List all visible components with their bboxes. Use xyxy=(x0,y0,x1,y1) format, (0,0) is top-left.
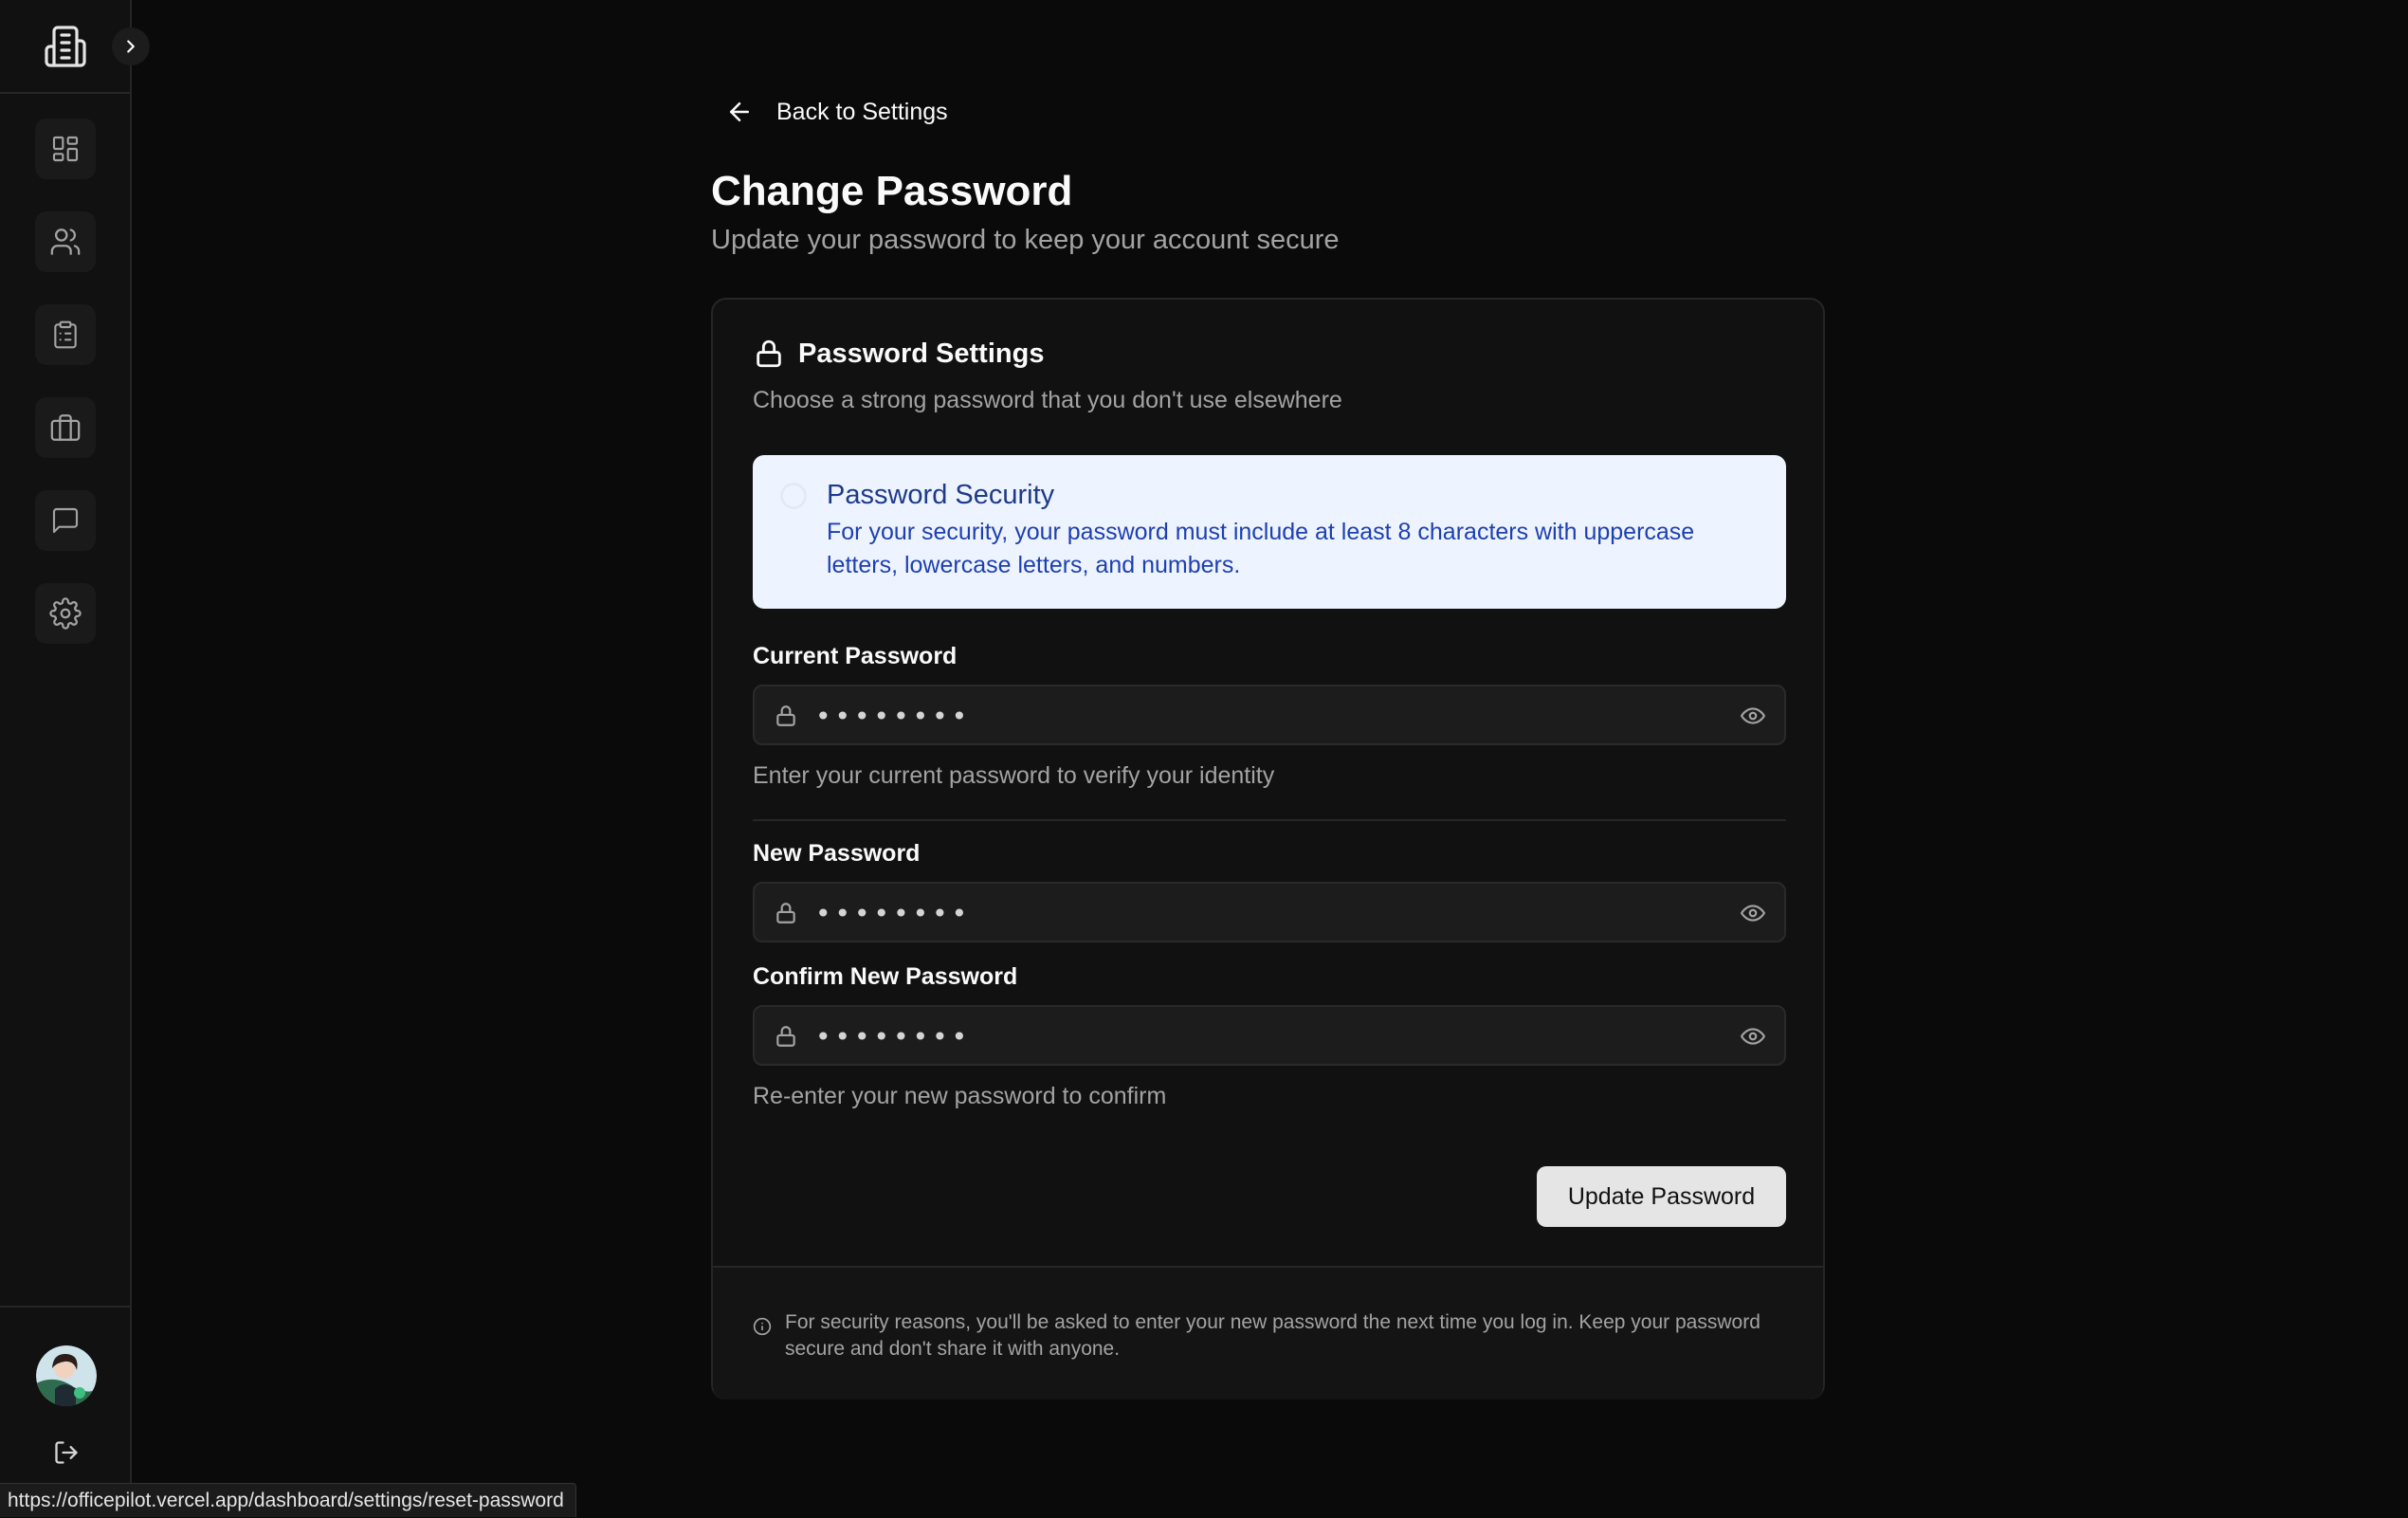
eye-icon[interactable] xyxy=(1739,704,1767,728)
page-title: Change Password xyxy=(711,168,1073,214)
info-icon xyxy=(780,483,807,509)
building-icon[interactable] xyxy=(43,24,88,69)
update-password-button[interactable]: Update Password xyxy=(1537,1166,1786,1227)
card-description: Choose a strong password that you don't … xyxy=(753,387,1342,413)
new-password-label: New Password xyxy=(753,840,921,867)
nav-dashboard-button[interactable] xyxy=(35,119,96,179)
new-password-field[interactable] xyxy=(753,882,1786,942)
page-subtitle: Update your password to keep your accoun… xyxy=(711,225,1340,255)
sidebar xyxy=(0,0,150,1516)
chevron-right-icon xyxy=(127,40,135,53)
current-password-label: Current Password xyxy=(753,643,958,669)
lock-icon xyxy=(776,1026,795,1047)
clipboard-icon xyxy=(54,320,77,349)
avatar[interactable] xyxy=(36,1345,97,1406)
logout-button[interactable] xyxy=(50,1436,82,1469)
card-footer: For security reasons, you'll be asked to… xyxy=(713,1266,1823,1399)
password-settings-card: Password Settings Choose a strong passwo… xyxy=(711,298,1825,1399)
back-to-settings-link[interactable]: Back to Settings xyxy=(725,95,948,129)
current-password-field[interactable] xyxy=(753,685,1786,745)
confirm-password-label: Confirm New Password xyxy=(753,963,1018,990)
lock-icon xyxy=(757,339,781,368)
grid-icon xyxy=(52,136,79,162)
nav-messages-button[interactable] xyxy=(35,490,96,551)
alert-title: Password Security xyxy=(827,480,1055,510)
security-note: For security reasons, you'll be asked to… xyxy=(785,1311,1760,1360)
info-icon xyxy=(753,1317,772,1336)
sidebar-header xyxy=(0,0,130,94)
expand-sidebar-button[interactable] xyxy=(112,27,150,65)
logout-icon xyxy=(55,1441,78,1464)
confirm-password-helper: Re-enter your new password to confirm xyxy=(753,1083,1167,1109)
divider xyxy=(753,819,1786,821)
new-password-input[interactable] xyxy=(813,891,1670,935)
status-bar-url: https://officepilot.vercel.app/dashboard… xyxy=(0,1483,576,1517)
message-icon xyxy=(52,507,79,534)
briefcase-icon xyxy=(50,414,81,441)
nav-tasks-button[interactable] xyxy=(35,304,96,365)
alert-body: For your security, your password must in… xyxy=(827,519,1695,578)
nav-people-button[interactable] xyxy=(35,211,96,272)
confirm-password-input[interactable] xyxy=(813,1015,1670,1058)
nav-projects-button[interactable] xyxy=(35,397,96,458)
lock-icon xyxy=(776,705,795,726)
password-security-alert: Password Security For your security, you… xyxy=(753,455,1786,609)
confirm-password-field[interactable] xyxy=(753,1005,1786,1066)
card-header: Password Settings xyxy=(753,338,1044,370)
users-icon xyxy=(50,229,81,255)
current-password-input[interactable] xyxy=(813,694,1670,738)
arrow-left-icon xyxy=(730,102,749,121)
current-password-helper: Enter your current password to verify yo… xyxy=(753,762,1275,789)
eye-icon[interactable] xyxy=(1739,1024,1767,1049)
gear-icon xyxy=(49,597,82,630)
eye-icon[interactable] xyxy=(1739,901,1767,925)
back-link-label: Back to Settings xyxy=(776,98,948,125)
card-title: Password Settings xyxy=(798,338,1045,369)
lock-icon xyxy=(776,903,795,924)
nav-settings-button[interactable] xyxy=(35,583,96,644)
